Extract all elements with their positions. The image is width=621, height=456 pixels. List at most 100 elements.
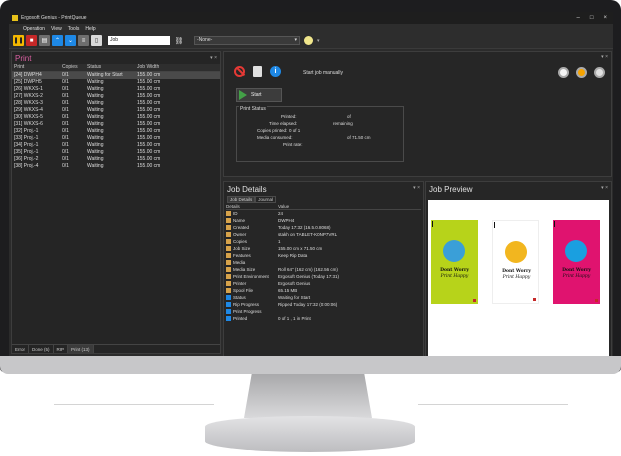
col-status[interactable]: Status <box>87 64 137 71</box>
cancel-icon[interactable] <box>234 66 245 77</box>
detail-row[interactable]: Copies 1 <box>226 238 421 245</box>
menu-tools[interactable]: Tools <box>68 26 80 32</box>
details-grid-header: Details Value <box>226 203 421 210</box>
lightbulb-icon[interactable] <box>304 36 313 45</box>
cell-status: Waiting <box>87 149 104 155</box>
table-row[interactable]: [30] WKXS-5 0/1 Waiting 155.00 cm <box>12 114 220 121</box>
table-row[interactable]: [38] Proj.-4 0/1 Waiting 155.00 cm <box>12 163 220 170</box>
detail-row[interactable]: Name DWPH4 <box>226 217 421 224</box>
tab-print[interactable]: Print (13) <box>68 345 94 353</box>
detail-row[interactable]: Print Progress <box>226 308 421 315</box>
minimize-button[interactable]: – <box>577 15 580 21</box>
cell-status: Waiting <box>87 79 104 85</box>
poster-tagline: Print Happy <box>440 274 469 279</box>
floor-line <box>54 404 214 405</box>
state-indicator-icon[interactable] <box>594 67 605 78</box>
queue-icon[interactable]: ▤ <box>39 35 50 46</box>
start-button[interactable]: Start <box>236 88 282 102</box>
close-button[interactable]: × <box>603 15 607 21</box>
cell-copies: 0/1 <box>62 163 69 169</box>
tab-journal[interactable]: Journal <box>255 196 277 203</box>
table-row[interactable]: [28] WKXS-3 0/1 Waiting 155.00 cm <box>12 100 220 107</box>
job-preview-poster[interactable]: Dont Worry Print Happy <box>553 220 600 304</box>
stop-icon[interactable]: ■ <box>26 35 37 46</box>
job-search-input[interactable]: Job <box>108 36 170 45</box>
job-details-tabs: Job Details Journal <box>227 196 423 203</box>
detail-key-label: Print Environment <box>233 274 269 279</box>
cell-job-width: 155.00 cm <box>137 93 161 99</box>
clipboard-icon[interactable] <box>253 66 262 77</box>
link-icon[interactable]: ⛓ <box>174 36 184 46</box>
detail-row[interactable]: Media Size Roll 64" (162 cm) (162.56 cm) <box>226 266 421 273</box>
table-row[interactable]: [34] Proj.-1 0/1 Waiting 155.00 cm <box>12 142 220 149</box>
title-bar: Ergosoft Genius - PrintQueue – □ × <box>9 12 613 24</box>
detail-row[interactable]: Spool File 65.15 MB <box>226 287 421 294</box>
detail-key-label: Rip Progress <box>233 302 260 307</box>
cell-status: Waiting <box>87 135 104 141</box>
detail-key-label: Status <box>233 295 246 300</box>
detail-value: 1 <box>278 239 281 244</box>
document-icon[interactable]: ▯ <box>91 35 102 46</box>
portrait-image <box>565 240 587 262</box>
table-row[interactable]: [35] Proj.-1 0/1 Waiting 155.00 cm <box>12 149 220 156</box>
detail-row[interactable]: Created Today 17:32 (16.5.0.8068) <box>226 224 421 231</box>
poster-tagline: Print Happy <box>502 275 531 280</box>
col-print[interactable]: Print <box>12 64 62 71</box>
maximize-button[interactable]: □ <box>590 15 594 21</box>
table-row[interactable]: [25] DWPH5 0/1 Waiting 155.00 cm <box>12 79 220 86</box>
filter-select[interactable]: -None- ▾ <box>194 36 300 45</box>
panel-controls[interactable]: ▾ × <box>601 185 608 193</box>
col-job-width[interactable]: Job Width <box>137 64 173 71</box>
start-button-label: Start <box>251 92 262 98</box>
detail-value: DWPH4 <box>278 218 295 223</box>
menu-help[interactable]: Help <box>85 26 95 32</box>
table-row[interactable]: [31] WKXS-6 0/1 Waiting 155.00 cm <box>12 121 220 128</box>
detail-row[interactable]: Printed 0 of 1 , 1 in Print <box>226 315 421 322</box>
table-row[interactable]: [24] DWPH4 0/1 Waiting for Start 155.00 cm <box>12 72 220 79</box>
elapsed-value: remaining <box>333 121 353 126</box>
detail-row[interactable]: Printer Ergosoft Genius <box>226 280 421 287</box>
info-icon[interactable]: i <box>270 66 281 77</box>
table-row[interactable]: [33] Proj.-1 0/1 Waiting 155.00 cm <box>12 135 220 142</box>
detail-row[interactable]: Job Size 155.00 cm x 71.50 cm <box>226 245 421 252</box>
table-row[interactable]: [36] Proj.-2 0/1 Waiting 155.00 cm <box>12 156 220 163</box>
cell-job-width: 155.00 cm <box>137 121 161 127</box>
tab-error[interactable]: Error <box>12 345 29 353</box>
panel-controls[interactable]: ▾ × <box>210 55 220 61</box>
state-indicator-icon[interactable] <box>576 67 587 78</box>
cell-status: Waiting <box>87 100 104 106</box>
detail-row[interactable]: Print Environment Ergosoft Genius (Today … <box>226 273 421 280</box>
tab-done[interactable]: Done (5) <box>29 345 54 353</box>
job-preview-poster[interactable]: Dont Worry Print Happy <box>492 220 539 304</box>
table-row[interactable]: [26] WKXS-1 0/1 Waiting 155.00 cm <box>12 86 220 93</box>
table-row[interactable]: [27] WKXS-2 0/1 Waiting 155.00 cm <box>12 93 220 100</box>
state-indicator-icon[interactable] <box>558 67 569 78</box>
detail-row[interactable]: ID 24 <box>226 210 421 217</box>
move-down-icon[interactable]: ⌄ <box>65 35 76 46</box>
move-up-icon[interactable]: ⌃ <box>52 35 63 46</box>
table-row[interactable]: [32] Proj.-1 0/1 Waiting 155.00 cm <box>12 128 220 135</box>
monitor-neck <box>244 374 372 418</box>
detail-row[interactable]: Media <box>226 259 421 266</box>
tab-rip[interactable]: RIP <box>54 345 69 353</box>
detail-row[interactable]: Status Waiting for Start <box>226 294 421 301</box>
table-row[interactable]: [29] WKXS-4 0/1 Waiting 155.00 cm <box>12 107 220 114</box>
poster-headline: Dont Worry <box>562 268 591 273</box>
panel-controls[interactable]: ▾ × <box>413 185 420 196</box>
preview-canvas[interactable]: Dont Worry Print Happy Dont Worry Print Hap… <box>428 200 609 356</box>
list-icon[interactable]: ≡ <box>78 35 89 46</box>
menu-operation[interactable]: Operation <box>23 26 45 32</box>
menu-view[interactable]: View <box>51 26 62 32</box>
pause-icon[interactable]: ❚❚ <box>13 35 24 46</box>
job-preview-poster[interactable]: Dont Worry Print Happy <box>431 220 478 304</box>
chevron-down-icon[interactable]: ▾ <box>317 38 320 44</box>
cell-status: Waiting <box>87 156 104 162</box>
detail-row[interactable]: Owner stakh on TABLET-K0NP7VRL <box>226 231 421 238</box>
col-copies[interactable]: Copies <box>62 64 87 71</box>
cell-status: Waiting <box>87 93 104 99</box>
detail-row[interactable]: Features Keep Rip Data <box>226 252 421 259</box>
panel-controls[interactable]: ▾ × <box>601 54 608 60</box>
detail-type-icon <box>226 218 231 223</box>
detail-row[interactable]: Rip Progress Ripped Today 17:32 (0:00:06) <box>226 301 421 308</box>
detail-key: Print Progress <box>226 308 278 315</box>
